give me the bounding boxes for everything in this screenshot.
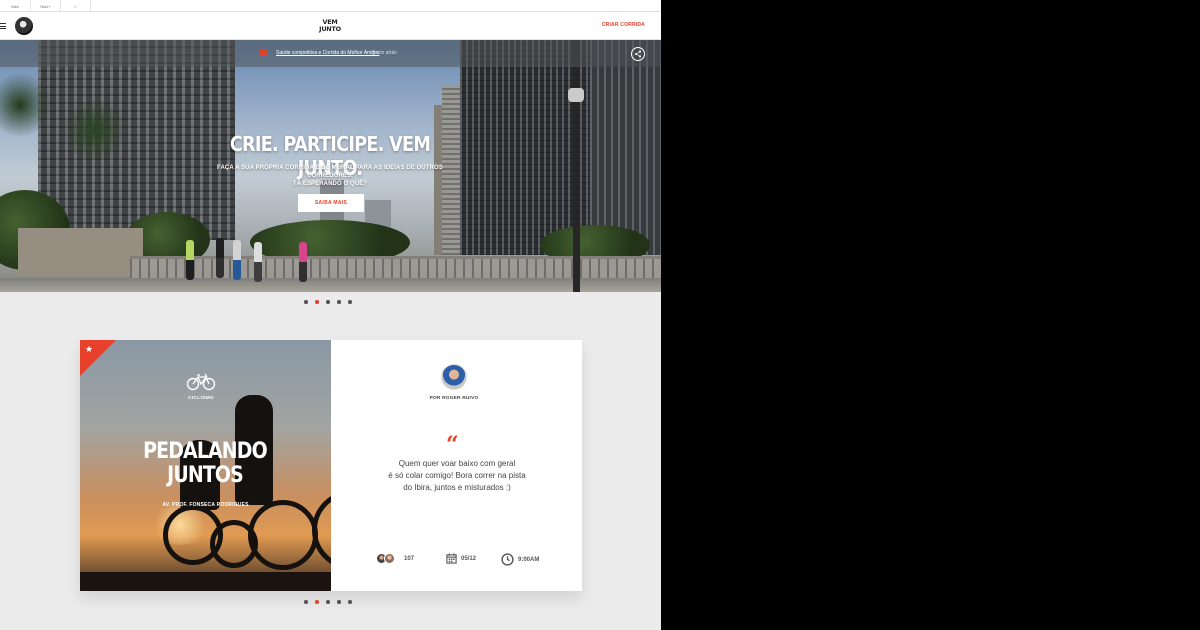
event-time: 9:00AM [501, 553, 539, 566]
event-category: CICLISMO [188, 396, 214, 401]
flag-icon [260, 50, 268, 56]
author-avatar[interactable] [441, 364, 467, 390]
star-icon: ★ [85, 344, 94, 354]
event-author: POR ROGER RUIVO [429, 396, 479, 401]
carousel-dot[interactable] [326, 300, 330, 304]
user-avatar[interactable] [15, 17, 33, 35]
utility-link-user[interactable]: ⌂ [61, 0, 91, 12]
create-run-link[interactable]: CRIAR CORRIDA [602, 22, 645, 28]
learn-more-button[interactable]: SAIBA MAIS [298, 194, 364, 212]
bicycle-icon [186, 373, 216, 391]
carousel-dot[interactable] [304, 600, 308, 604]
event-location: AV. PROF. FONSECA RODRIGUES [162, 502, 249, 508]
quote-icon: “ [446, 432, 459, 458]
carousel-dot[interactable] [337, 300, 341, 304]
hero-subtitle: FAÇA A SUA PRÓPRIA CORRIDA E DÊ MURAL PA… [217, 165, 443, 187]
carousel-dot-active[interactable] [315, 600, 319, 604]
event-title: PEDALANDO JUNTOS [143, 439, 268, 488]
notification-time: 2 min atrás [372, 50, 397, 56]
carousel-dot[interactable] [326, 600, 330, 604]
share-icon[interactable] [631, 47, 645, 61]
carousel-dot-active[interactable] [315, 300, 319, 304]
notification-bar: Saúde competitiva e Corrida do Melhor Am… [0, 40, 661, 67]
event-quote: Quem quer voar baixo com geral é só cola… [388, 459, 526, 492]
carousel-dot[interactable] [304, 300, 308, 304]
event-date: 05/12 [446, 553, 476, 564]
hero-banner: Saúde competitiva e Corrida do Melhor Am… [0, 40, 661, 292]
event-card[interactable]: ★ CICLISMO PEDALANDO JUNTOS AV. PROF. FO… [80, 340, 582, 591]
logo-line-2: JUNTO [319, 24, 341, 33]
page: Nike Nike+ ⌂ VEM JUNTO CRIAR CORRIDA Saú… [0, 0, 661, 630]
utility-bar: Nike Nike+ ⌂ [0, 0, 661, 12]
notification-link[interactable]: Saúde competitiva e Corrida do Melhor Am… [276, 50, 379, 56]
calendar-icon [446, 553, 457, 564]
participants-count[interactable]: 107 [376, 553, 414, 564]
participant-avatar [384, 553, 395, 564]
hero-carousel-dots [304, 300, 352, 304]
carousel-dot[interactable] [348, 600, 352, 604]
logo[interactable]: VEM JUNTO [315, 19, 345, 32]
carousel-dot[interactable] [337, 600, 341, 604]
site-header: VEM JUNTO CRIAR CORRIDA [0, 12, 661, 40]
carousel-dot[interactable] [348, 300, 352, 304]
events-carousel-dots [304, 600, 352, 604]
event-image: ★ CICLISMO PEDALANDO JUNTOS AV. PROF. FO… [80, 340, 331, 591]
clock-icon [501, 553, 514, 566]
utility-link-nike[interactable]: Nike [0, 0, 31, 12]
hamburger-icon[interactable] [0, 23, 6, 29]
utility-link-nike-plus[interactable]: Nike+ [31, 0, 61, 12]
